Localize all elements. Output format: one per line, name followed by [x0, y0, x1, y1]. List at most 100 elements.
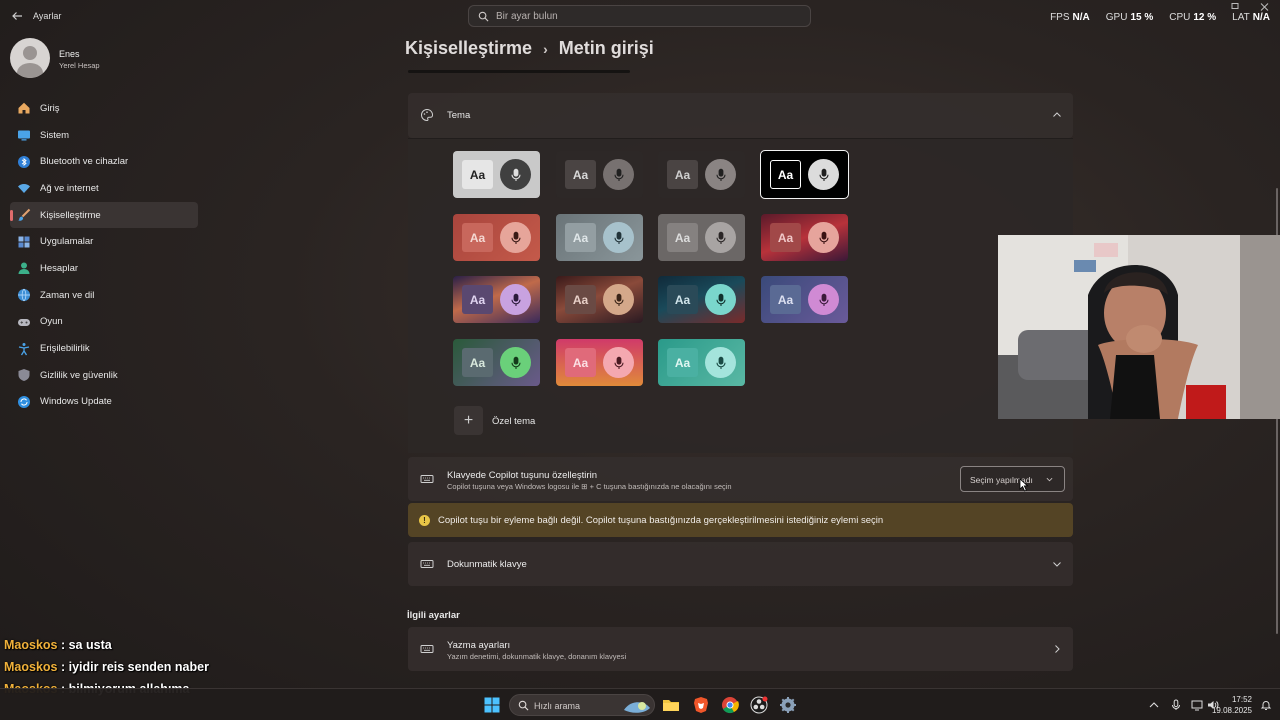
chrome-icon[interactable] — [721, 696, 739, 714]
custom-theme-label: Özel tema — [492, 416, 536, 427]
theme-tile[interactable]: Aa — [453, 151, 540, 198]
sidebar-item-system[interactable]: Sistem — [10, 122, 198, 149]
theme-tile-label: Aa — [667, 223, 698, 252]
copilot-row-subtitle: Copilot tuşuna veya Windows logosu ile ⊞… — [447, 482, 732, 491]
sidebar-item-accessibility[interactable]: Erişilebilirlik — [10, 335, 198, 362]
microphone-icon — [808, 284, 839, 315]
chat-message: Maoskos : iyidir reis senden naber — [4, 660, 209, 674]
breadcrumb-parent[interactable]: Kişiselleştirme — [405, 38, 532, 59]
performance-overlay: FPS N/A GPU 15 % CPU 12 % LAT N/A — [1050, 12, 1270, 23]
sidebar-item-bluetooth[interactable]: Bluetooth ve cihazlar — [10, 148, 198, 175]
theme-tile[interactable]: Aa — [658, 214, 745, 261]
page-title: Metin girişi — [558, 38, 654, 58]
search-placeholder: Bir ayar bulun — [496, 11, 558, 22]
apps-icon — [18, 236, 30, 248]
update-icon — [18, 395, 30, 408]
obs-studio-icon[interactable] — [750, 696, 768, 714]
sidebar-item-personalization[interactable]: Kişiselleştirme — [10, 201, 198, 229]
sidebar-item-network[interactable]: Ağ ve internet — [10, 175, 198, 202]
taskbar: Hızlı arama 17:52 19.08.2025 — [0, 688, 1280, 720]
sidebar-item-accounts[interactable]: Hesaplar — [10, 255, 198, 282]
mouse-cursor-icon — [1019, 478, 1029, 492]
clock-time: 17:52 — [1231, 695, 1252, 704]
theme-tile-label: Aa — [462, 285, 493, 314]
sidebar-item-privacy[interactable]: Gizlilik ve güvenlik — [10, 362, 198, 389]
microphone-icon — [705, 347, 736, 378]
chevron-up-icon[interactable] — [1052, 110, 1062, 120]
theme-tile[interactable]: Aa — [556, 151, 643, 198]
theme-tile[interactable]: Aa — [453, 276, 540, 323]
theme-tile-label: Aa — [667, 285, 698, 314]
brush-icon — [18, 208, 31, 221]
settings-gear-icon[interactable] — [779, 696, 797, 714]
sidebar-item-home[interactable]: Giriş — [10, 95, 198, 122]
microphone-icon — [500, 159, 531, 190]
notification-bell-icon[interactable] — [1260, 699, 1272, 711]
taskbar-search[interactable]: Hızlı arama — [509, 694, 655, 716]
sidebar-item-apps[interactable]: Uygulamalar — [10, 228, 198, 255]
taskbar-clock[interactable]: 17:52 19.08.2025 — [1212, 694, 1252, 716]
typing-settings-row[interactable]: Yazma ayarları Yazım denetimi, dokunmati… — [408, 627, 1073, 671]
theme-tile[interactable]: Aa — [658, 151, 745, 198]
network-icon[interactable] — [1191, 699, 1203, 711]
theme-tile[interactable]: Aa — [556, 339, 643, 386]
theme-tile[interactable]: Aa — [658, 276, 745, 323]
close-window-icon[interactable] — [1259, 3, 1271, 11]
wifi-icon — [18, 184, 30, 194]
sidebar-item-gaming[interactable]: Oyun — [10, 309, 198, 336]
webcam-overlay — [998, 235, 1280, 419]
profile-account-type: Yerel Hesap — [59, 61, 100, 70]
sidebar-item-time-language[interactable]: Zaman ve dil — [10, 282, 198, 309]
theme-tile[interactable]: Aa — [556, 214, 643, 261]
microphone-icon — [808, 159, 839, 190]
globe-clock-icon — [18, 288, 30, 302]
theme-tile-label: Aa — [462, 348, 493, 377]
shield-icon — [18, 369, 30, 382]
theme-tile[interactable]: Aa — [453, 339, 540, 386]
search-icon — [518, 700, 529, 711]
related-settings-heading: İlgili ayarlar — [407, 610, 460, 621]
profile-name: Enes — [59, 49, 80, 59]
touch-keyboard-row[interactable]: Dokunmatik klavye — [408, 542, 1073, 586]
theme-tile[interactable]: Aa — [658, 339, 745, 386]
theme-tile-label: Aa — [770, 285, 801, 314]
keyboard-icon — [420, 645, 434, 653]
home-icon — [18, 103, 30, 114]
chat-message: Maoskos : sa usta — [4, 638, 112, 652]
palette-icon — [421, 108, 433, 122]
brave-browser-icon[interactable] — [692, 696, 710, 714]
typing-settings-subtitle: Yazım denetimi, dokunmatik klavye, donan… — [447, 652, 627, 661]
file-explorer-icon[interactable] — [662, 696, 680, 714]
theme-tile[interactable]: Aa — [453, 214, 540, 261]
lat-stat: LAT N/A — [1232, 12, 1270, 23]
sidebar-item-windows-update[interactable]: Windows Update — [10, 389, 198, 416]
back-arrow-icon[interactable] — [10, 9, 24, 23]
warning-text: Copilot tuşu bir eyleme bağlı değil. Cop… — [438, 515, 884, 526]
user-profile[interactable]: Enes Yerel Hesap — [10, 38, 310, 78]
previous-card-edge — [408, 70, 630, 73]
theme-tile[interactable]: Aa — [761, 276, 848, 323]
theme-tile[interactable]: Aa — [761, 214, 848, 261]
theme-tile[interactable]: Aa — [556, 276, 643, 323]
theme-tile-label: Aa — [770, 223, 801, 252]
microphone-icon — [500, 222, 531, 253]
settings-search-input[interactable]: Bir ayar bulun — [468, 5, 811, 27]
chevron-up-icon[interactable] — [1148, 699, 1160, 711]
keyboard-icon — [420, 475, 434, 483]
theme-section-header[interactable]: Tema — [408, 93, 1073, 138]
restore-window-icon[interactable] — [1230, 3, 1242, 11]
clock-date: 19.08.2025 — [1211, 706, 1252, 715]
microphone-icon[interactable] — [1170, 699, 1182, 711]
fps-stat: FPS N/A — [1050, 12, 1090, 23]
theme-tile-label: Aa — [667, 160, 698, 189]
theme-tile[interactable]: Aa — [760, 150, 849, 199]
theme-tile-label: Aa — [667, 348, 698, 377]
chevron-down-icon[interactable] — [1052, 559, 1062, 569]
microphone-icon — [500, 347, 531, 378]
theme-tile-label: Aa — [462, 223, 493, 252]
windows-start-icon[interactable] — [484, 697, 500, 713]
theme-tile-label: Aa — [770, 160, 801, 189]
copilot-action-dropdown[interactable]: Seçim yapılmadı — [960, 466, 1065, 492]
typing-settings-title: Yazma ayarları — [447, 640, 511, 651]
microphone-icon — [603, 222, 634, 253]
